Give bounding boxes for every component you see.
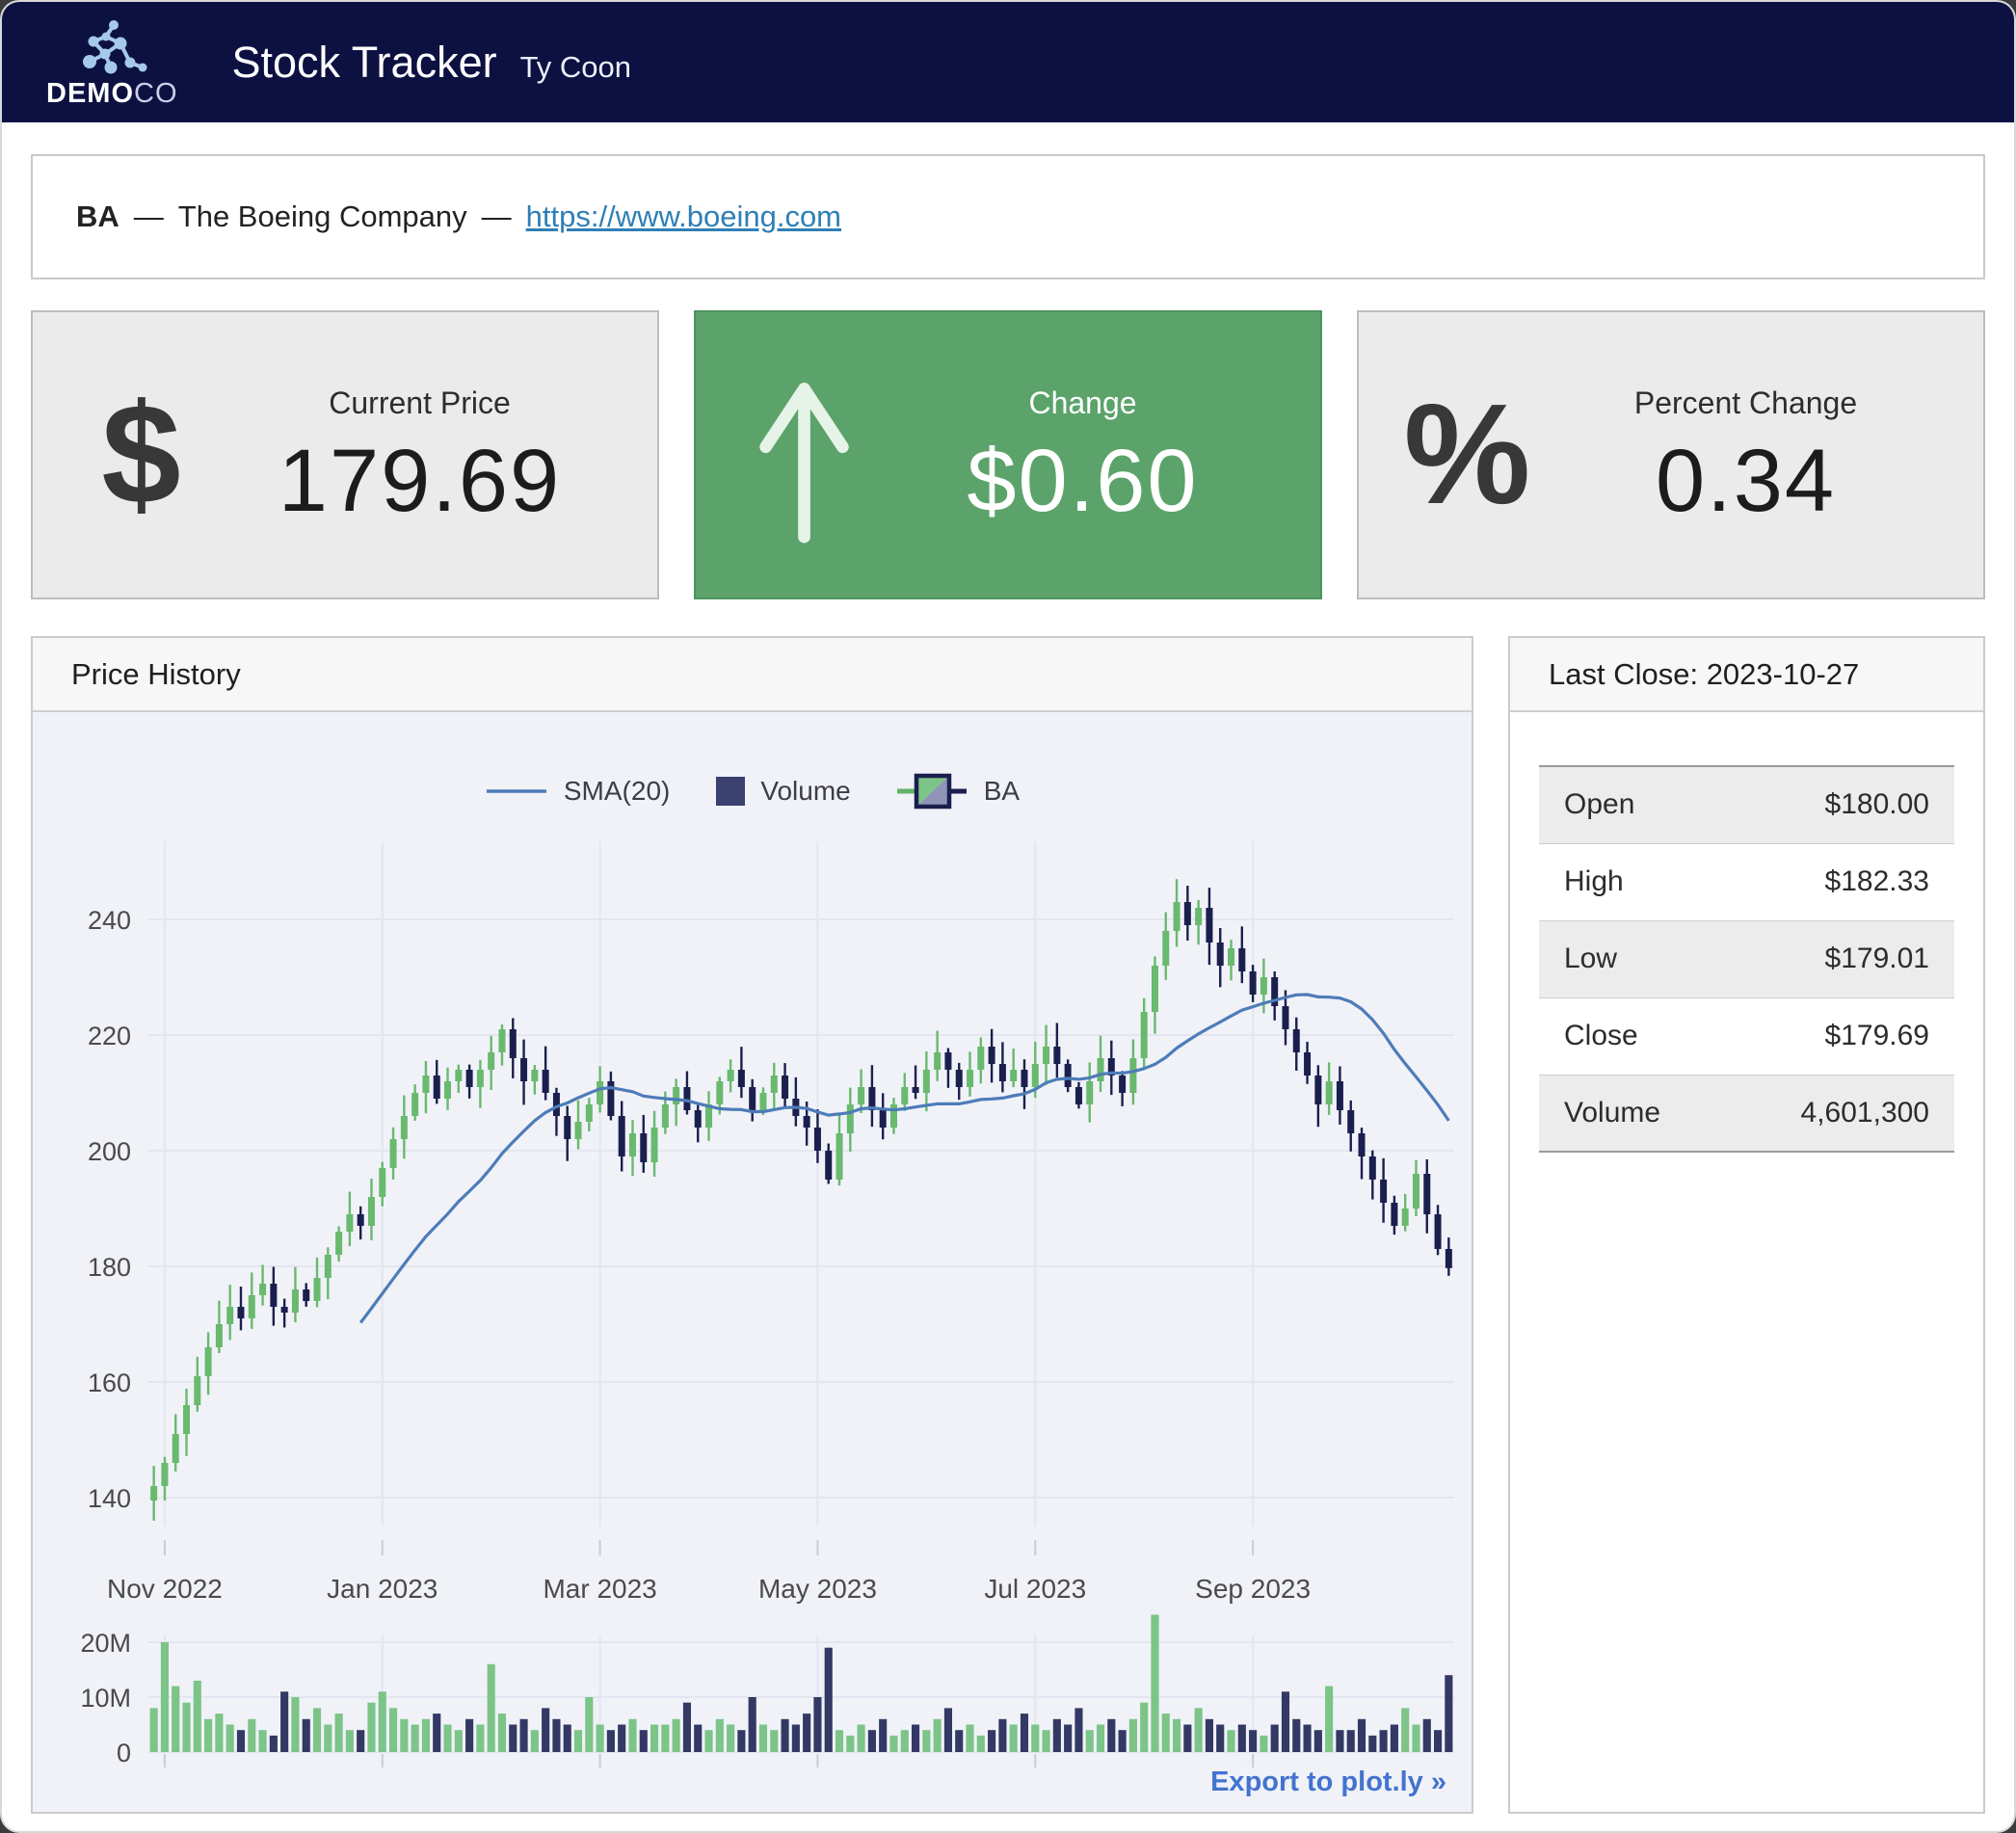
stat-cards: $ Current Price 179.69 Change $0.60 % Pe… bbox=[31, 310, 1985, 599]
legend-item-sma[interactable]: SMA(20) bbox=[485, 776, 670, 807]
percent-change-value: 0.34 bbox=[1656, 437, 1836, 525]
company-name: The Boeing Company bbox=[178, 199, 467, 234]
gridlines bbox=[148, 841, 1454, 1752]
app-header: DEMOCO Stock Tracker Ty Coon bbox=[2, 2, 2014, 122]
legend-label-ba: BA bbox=[984, 776, 1020, 807]
arrow-up-icon bbox=[696, 366, 913, 545]
export-plotly-link[interactable]: Export to plot.ly » bbox=[1210, 1767, 1446, 1798]
legend-label-volume: Volume bbox=[760, 776, 850, 807]
svg-text:Jan 2023: Jan 2023 bbox=[327, 1574, 438, 1604]
dollar-icon: $ bbox=[33, 373, 250, 537]
brand-logo: DEMOCO bbox=[46, 17, 178, 108]
price-axis-labels: 140 160 180 200 220 240 bbox=[88, 906, 131, 1513]
democo-molecule-icon bbox=[69, 17, 154, 77]
separator-dash: — bbox=[482, 199, 512, 234]
table-row-high: High $182.33 bbox=[1539, 843, 1954, 920]
price-history-chart-area: SMA(20) Volume BA bbox=[33, 712, 1472, 1812]
current-price-card: $ Current Price 179.69 bbox=[31, 310, 659, 599]
change-value: $0.60 bbox=[967, 437, 1198, 525]
ohlc-table: Open $180.00 High $182.33 Low $179.01 bbox=[1539, 765, 1954, 1153]
svg-text:160: 160 bbox=[88, 1368, 131, 1397]
svg-text:180: 180 bbox=[88, 1253, 131, 1282]
candlestick-icon bbox=[897, 770, 968, 812]
company-symbol: BA bbox=[76, 199, 119, 234]
table-row-open: Open $180.00 bbox=[1539, 766, 1954, 843]
user-name: Ty Coon bbox=[520, 50, 631, 85]
legend-item-volume[interactable]: Volume bbox=[716, 776, 850, 807]
company-website-link[interactable]: https://www.boeing.com bbox=[526, 199, 841, 234]
change-card: Change $0.60 bbox=[694, 310, 1322, 599]
price-history-panel: Price History SMA(20) Volume bbox=[31, 636, 1473, 1814]
volume-square-icon bbox=[716, 777, 745, 806]
table-row-close: Close $179.69 bbox=[1539, 997, 1954, 1075]
separator-dash: — bbox=[134, 199, 164, 234]
last-close-header: Last Close: 2023-10-27 bbox=[1510, 638, 1983, 712]
table-row-low: Low $179.01 bbox=[1539, 920, 1954, 997]
last-close-panel: Last Close: 2023-10-27 Open $180.00 High… bbox=[1508, 636, 1985, 1814]
price-history-title: Price History bbox=[71, 657, 241, 692]
svg-text:10M: 10M bbox=[80, 1684, 131, 1713]
svg-text:Sep 2023: Sep 2023 bbox=[1195, 1574, 1311, 1604]
row-value: $182.33 bbox=[1722, 843, 1954, 920]
volume-axis-labels: 0 10M 20M bbox=[80, 1629, 131, 1767]
candlesticks bbox=[150, 879, 1452, 1521]
header-titles: Stock Tracker Ty Coon bbox=[232, 38, 632, 88]
legend-item-ba[interactable]: BA bbox=[897, 770, 1020, 812]
current-price-value: 179.69 bbox=[279, 437, 561, 525]
percent-change-body: Percent Change 0.34 bbox=[1576, 385, 1983, 525]
row-label: Open bbox=[1539, 766, 1722, 843]
svg-text:200: 200 bbox=[88, 1137, 131, 1166]
brand-name-light: CO bbox=[134, 78, 178, 109]
change-body: Change $0.60 bbox=[913, 385, 1320, 525]
row-label: Low bbox=[1539, 920, 1722, 997]
row-value: $180.00 bbox=[1722, 766, 1954, 843]
svg-text:Mar 2023: Mar 2023 bbox=[543, 1574, 656, 1604]
svg-text:May 2023: May 2023 bbox=[758, 1574, 877, 1604]
row-value: 4,601,300 bbox=[1722, 1075, 1954, 1152]
row-label: High bbox=[1539, 843, 1722, 920]
current-price-label: Current Price bbox=[329, 385, 511, 421]
svg-text:140: 140 bbox=[88, 1484, 131, 1513]
percent-change-label: Percent Change bbox=[1634, 385, 1857, 421]
row-value: $179.69 bbox=[1722, 997, 1954, 1075]
svg-text:Jul 2023: Jul 2023 bbox=[984, 1574, 1086, 1604]
svg-text:220: 220 bbox=[88, 1022, 131, 1050]
row-value: $179.01 bbox=[1722, 920, 1954, 997]
row-label: Close bbox=[1539, 997, 1722, 1075]
chart-legend: SMA(20) Volume BA bbox=[33, 770, 1472, 812]
price-history-chart[interactable]: 140 160 180 200 220 240 0 10M 20M Nov 2022 Jan 202… bbox=[33, 712, 1472, 1812]
svg-text:Nov 2022: Nov 2022 bbox=[107, 1574, 223, 1604]
price-history-header: Price History bbox=[33, 638, 1472, 712]
table-row-volume: Volume 4,601,300 bbox=[1539, 1075, 1954, 1152]
volume-bars bbox=[150, 1615, 1453, 1753]
percent-icon: % bbox=[1359, 373, 1576, 537]
svg-text:0: 0 bbox=[117, 1739, 131, 1767]
company-info-bar: BA — The Boeing Company — https://www.bo… bbox=[31, 154, 1985, 279]
app-window: DEMOCO Stock Tracker Ty Coon BA — The Bo… bbox=[0, 0, 2016, 1833]
brand-name: DEMOCO bbox=[46, 80, 178, 108]
page-title: Stock Tracker bbox=[232, 38, 497, 88]
sma-line-icon bbox=[485, 787, 548, 795]
last-close-body: Open $180.00 High $182.33 Low $179.01 bbox=[1510, 712, 1983, 1812]
row-label: Volume bbox=[1539, 1075, 1722, 1152]
main-panels: Price History SMA(20) Volume bbox=[31, 636, 1985, 1814]
change-label: Change bbox=[1028, 385, 1136, 421]
last-close-title: Last Close: 2023-10-27 bbox=[1549, 657, 1859, 692]
legend-label-sma: SMA(20) bbox=[564, 776, 670, 807]
svg-text:20M: 20M bbox=[80, 1629, 131, 1658]
brand-name-bold: DEMO bbox=[46, 78, 134, 109]
current-price-body: Current Price 179.69 bbox=[250, 385, 657, 525]
svg-text:240: 240 bbox=[88, 906, 131, 935]
percent-change-card: % Percent Change 0.34 bbox=[1357, 310, 1985, 599]
